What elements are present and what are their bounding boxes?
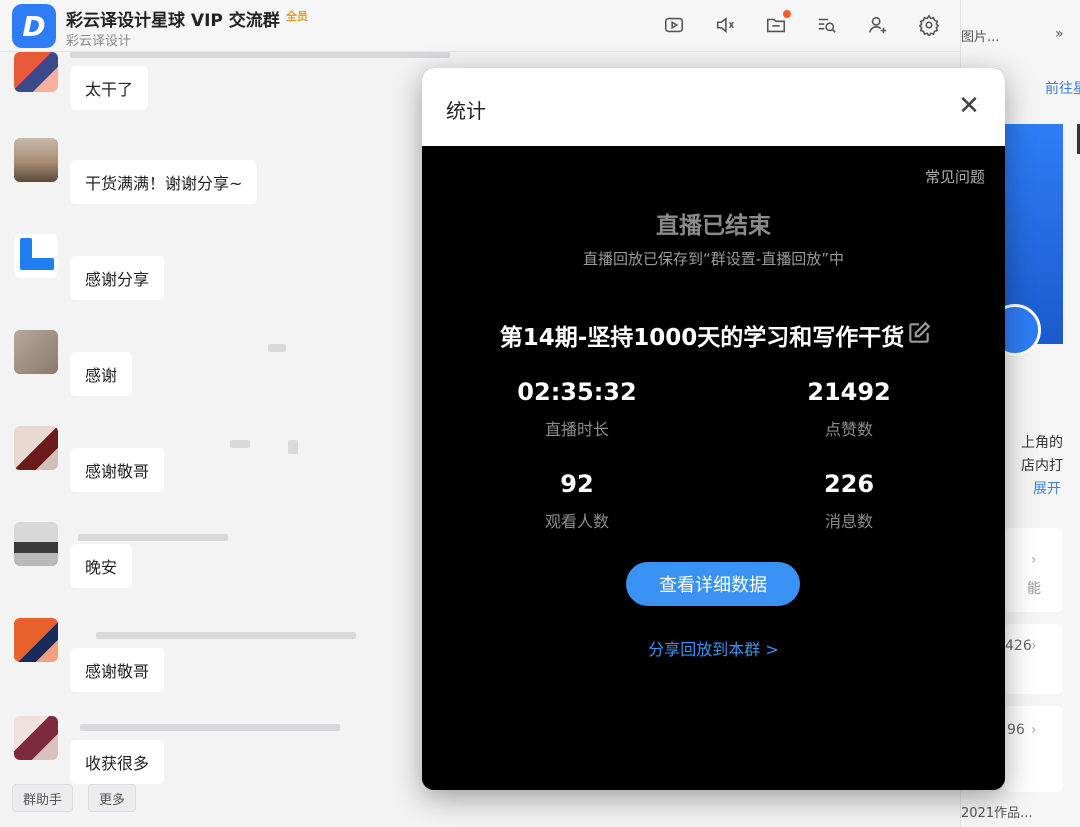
right-panel-text: 店内打 [1021, 458, 1063, 474]
more-button[interactable]: 更多 [88, 784, 137, 812]
live-ended-heading: 直播已结束 [656, 213, 771, 239]
share-replay-link[interactable]: 分享回放到本群 > [422, 636, 1005, 660]
blurred-name [96, 632, 356, 639]
chevron-right-icon[interactable]: › [1031, 638, 1037, 654]
view-details-button[interactable]: 查看详细数据 [626, 562, 800, 606]
message-bubble[interactable]: 感谢分享 [70, 256, 165, 300]
blurred-fragment [288, 440, 298, 454]
stat-messages: 226 消息数 [749, 470, 949, 532]
group-assistant-button[interactable]: 群助手 [12, 784, 74, 812]
avatar[interactable] [14, 330, 58, 374]
replay-saved-note: 直播回放已保存到“群设置-直播回放”中 [583, 250, 844, 268]
message-bubble[interactable]: 感谢敬哥 [70, 648, 165, 692]
right-panel-text: 能 [1027, 581, 1041, 597]
right-panel-bottom-text[interactable]: 2021作品... [961, 802, 1032, 821]
chat-message: 干货满满！谢谢分享~ [0, 138, 420, 234]
chat-header: D 彩云译设计星球 VIP 交流群 全员 彩云译设计 [0, 0, 960, 52]
chat-message: 太干了 [0, 52, 420, 148]
message-bubble[interactable]: 干货满满！谢谢分享~ [70, 160, 258, 204]
member-badge: 全员 [286, 10, 308, 23]
stat-label: 直播时长 [544, 420, 609, 439]
right-panel-count: 96 [1007, 722, 1025, 738]
avatar[interactable] [14, 138, 58, 182]
avatar[interactable] [14, 618, 58, 662]
right-panel-count: 426 [1005, 638, 1032, 654]
message-bubble[interactable]: 太干了 [70, 66, 149, 110]
avatar[interactable] [14, 522, 58, 566]
blurred-fragment [268, 344, 286, 352]
message-bubble[interactable]: 感谢敬哥 [70, 448, 165, 492]
stat-duration: 02:35:32 直播时长 [477, 378, 677, 440]
message-bubble[interactable]: 收获很多 [70, 740, 165, 784]
stat-label: 消息数 [824, 512, 873, 531]
add-member-icon[interactable] [866, 13, 890, 37]
stat-label: 点赞数 [824, 420, 873, 439]
live-icon[interactable] [662, 13, 686, 37]
chat-message: 晚安 [0, 522, 420, 618]
live-stats-dialog: 统计 ✕ 常见问题 直播已结束 直播回放已保存到“群设置-直播回放”中 第14期… [422, 68, 1005, 790]
stat-value: 02:35:32 [517, 378, 637, 406]
search-chat-icon[interactable] [815, 13, 839, 37]
stat-value: 92 [560, 470, 594, 498]
dialog-body: 常见问题 直播已结束 直播回放已保存到“群设置-直播回放”中 第14期-坚持10… [422, 146, 1005, 790]
message-bubble[interactable]: 感谢 [70, 352, 133, 396]
avatar[interactable] [14, 52, 58, 92]
dialog-title: 统计 [446, 99, 486, 123]
goto-link[interactable]: 前往星 [1045, 78, 1080, 98]
mute-icon[interactable] [713, 13, 737, 37]
avatar[interactable] [14, 234, 58, 278]
right-card[interactable] [1005, 624, 1063, 694]
edit-icon[interactable] [906, 320, 934, 348]
avatar[interactable] [14, 716, 58, 760]
close-icon[interactable]: ✕ [955, 92, 983, 120]
chevron-right-icon[interactable]: » [1055, 26, 1064, 42]
right-card[interactable] [1005, 528, 1063, 612]
stat-label: 观看人数 [544, 512, 609, 531]
right-panel-top-text: 图片... [961, 30, 1000, 45]
settings-icon[interactable] [917, 13, 941, 37]
live-title: 第14期-坚持1000天的学习和写作干货 [499, 325, 905, 351]
avatar[interactable] [14, 426, 58, 470]
group-avatar[interactable]: D [12, 4, 56, 48]
dialog-header: 统计 ✕ [422, 68, 1005, 146]
faq-link[interactable]: 常见问题 [925, 166, 985, 187]
stat-value: 226 [823, 470, 875, 498]
notification-dot [783, 10, 791, 18]
group-subtitle: 彩云译设计 [66, 34, 132, 49]
blurred-name [78, 534, 228, 541]
stat-likes: 21492 点赞数 [749, 378, 949, 440]
stat-value: 21492 [807, 378, 891, 406]
chat-message: 感谢 [0, 330, 420, 426]
stat-viewers: 92 观看人数 [477, 470, 677, 532]
chat-message: 感谢敬哥 [0, 426, 420, 522]
right-card[interactable] [1005, 706, 1063, 792]
group-title: 彩云译设计星球 VIP 交流群 [66, 11, 280, 31]
chat-message: 感谢分享 [0, 234, 420, 330]
expand-link[interactable]: 展开 [1033, 478, 1061, 498]
folder-icon[interactable] [764, 10, 791, 37]
chevron-right-icon[interactable]: › [1031, 722, 1037, 738]
right-panel-text: 上角的 [1021, 435, 1063, 451]
blurred-name [80, 724, 340, 731]
blurred-fragment [230, 440, 250, 448]
message-bubble[interactable]: 晚安 [70, 544, 133, 588]
chat-message: 感谢敬哥 [0, 618, 420, 714]
chevron-right-icon[interactable]: › [1031, 552, 1037, 568]
